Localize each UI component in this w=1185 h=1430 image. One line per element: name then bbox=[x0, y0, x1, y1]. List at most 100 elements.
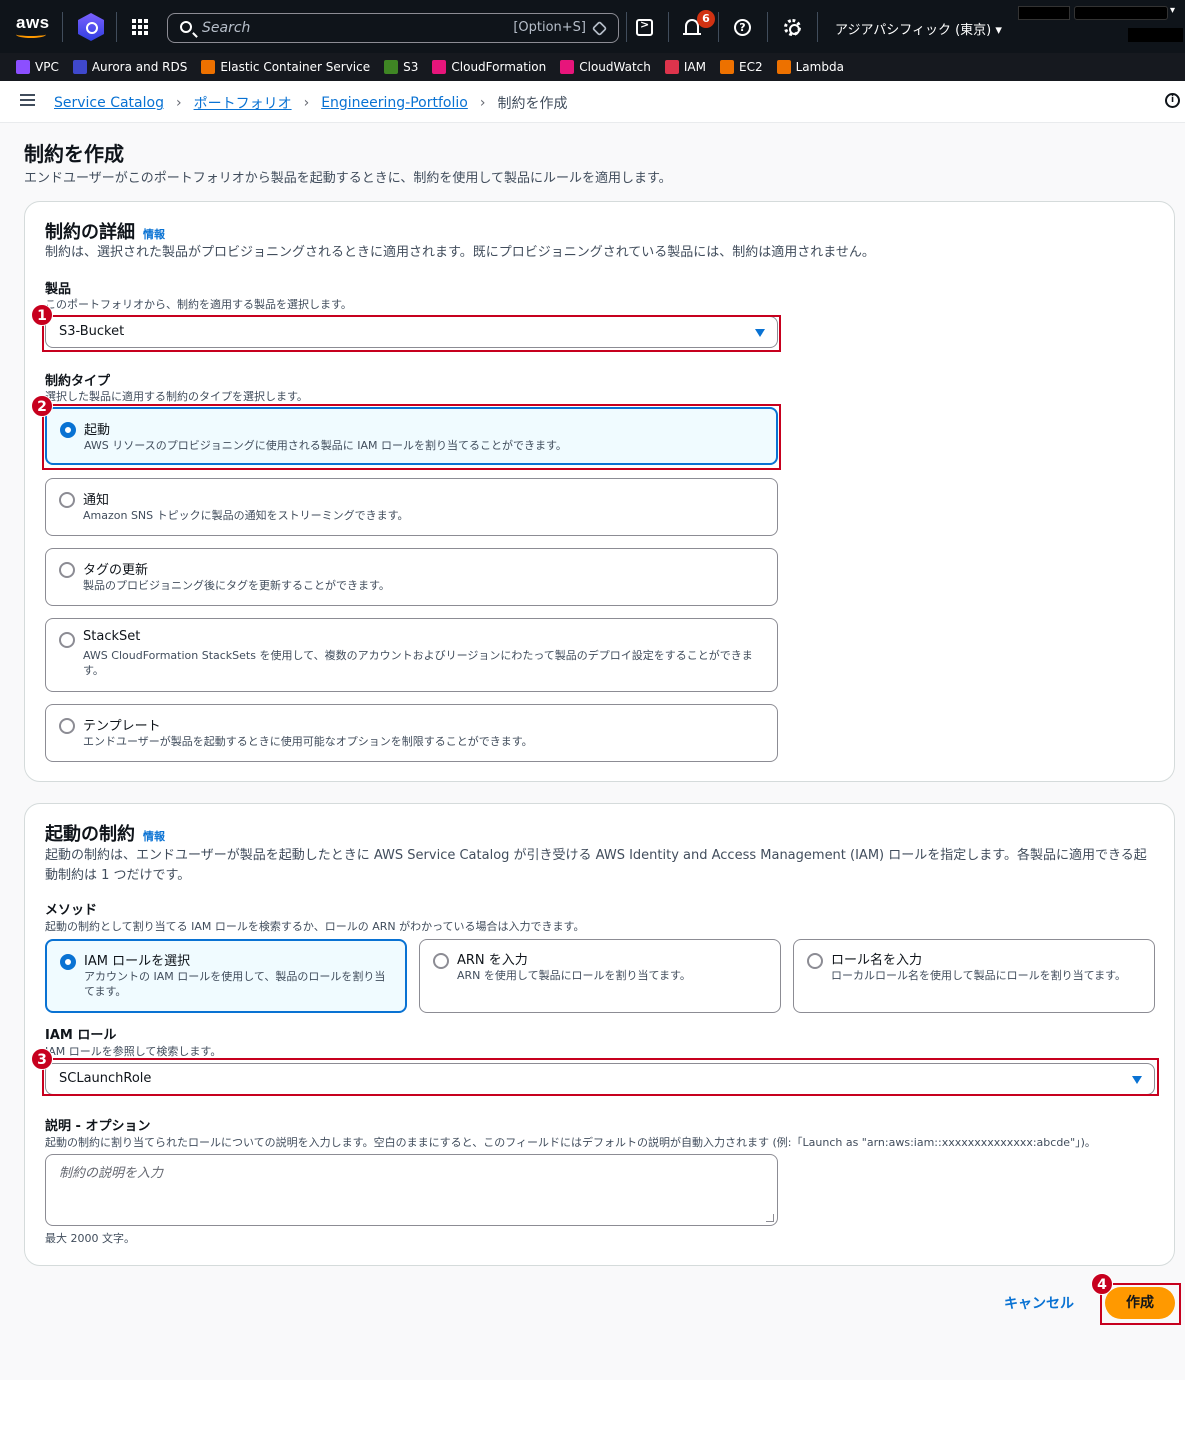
iam-role-sublabel: IAM ロールを参照して検索します。 bbox=[45, 1045, 222, 1058]
cancel-button[interactable]: キャンセル bbox=[1004, 1293, 1074, 1313]
radio-unselected[interactable] bbox=[433, 953, 449, 969]
favorite-s3[interactable]: S3 bbox=[384, 60, 418, 74]
rds-icon bbox=[72, 60, 87, 74]
search-placeholder: Search bbox=[202, 20, 251, 36]
favorite-cloudformation[interactable]: CloudFormation bbox=[432, 60, 546, 74]
constraint-type-template[interactable]: テンプレート エンドユーザーが製品を起動するときに使用可能なオプションを制限する… bbox=[45, 704, 778, 762]
constraint-type-label: 制約タイプ bbox=[45, 374, 111, 389]
tile-description: 製品のプロビジョニング後にタグを更新することができます。 bbox=[83, 579, 390, 592]
settings-gear-icon[interactable] bbox=[784, 19, 801, 36]
constraint-type-stackset[interactable]: StackSet AWS CloudFormation StackSets を使… bbox=[45, 618, 778, 692]
breadcrumb-bar: Service Catalog › ポートフォリオ › Engineering-… bbox=[0, 81, 1185, 123]
favorite-vpc[interactable]: VPC bbox=[16, 60, 59, 74]
radio-unselected[interactable] bbox=[59, 718, 75, 734]
cloudformation-icon bbox=[432, 60, 447, 74]
iam-icon bbox=[664, 60, 679, 74]
constraint-details-panel: 制約の詳細 情報 制約は、選択された製品がプロビジョニングされるときに適用されます… bbox=[24, 201, 1175, 782]
page-title: 制約を作成 bbox=[24, 142, 124, 166]
account-redacted bbox=[1128, 28, 1183, 42]
divider bbox=[817, 12, 818, 42]
method-enter-arn[interactable]: ARN を入力 ARN を使用して製品にロールを割り当てます。 bbox=[419, 939, 781, 1013]
description-textarea[interactable]: 制約の説明を入力 bbox=[45, 1154, 778, 1226]
panel-description: 制約は、選択された製品がプロビジョニングされるときに適用されます。既にプロビジョ… bbox=[45, 245, 875, 260]
description-hint: 最大 2000 文字。 bbox=[45, 1232, 135, 1245]
chevron-right-icon: › bbox=[175, 95, 182, 111]
region-selector[interactable]: アジアパシフィック (東京) ▾ bbox=[835, 19, 1002, 38]
breadcrumb-service-catalog[interactable]: Service Catalog bbox=[54, 95, 164, 111]
search-icon bbox=[180, 21, 192, 33]
notification-count-badge: 6 bbox=[697, 10, 715, 28]
amazon-q-small-icon bbox=[591, 20, 608, 37]
chevron-right-icon: › bbox=[303, 95, 310, 111]
side-nav-menu-icon[interactable] bbox=[20, 94, 35, 106]
favorite-rds[interactable]: Aurora and RDS bbox=[72, 60, 187, 74]
annotation-number-3: 3 bbox=[31, 1048, 53, 1070]
method-select-iam-role[interactable]: IAM ロールを選択 アカウントの IAM ロールを使用して、製品のロールを割り… bbox=[45, 939, 407, 1013]
tile-title: ロール名を入力 bbox=[831, 953, 923, 968]
ecs-icon bbox=[201, 60, 216, 74]
tile-description: エンドユーザーが製品を起動するときに使用可能なオプションを制限することができます… bbox=[83, 735, 533, 748]
description-label: 説明 - オプション bbox=[45, 1119, 151, 1134]
description-sublabel: 起動の制約に割り当てられたロールについての説明を入力します。空白のままにすると、… bbox=[45, 1136, 1096, 1149]
breadcrumb: Service Catalog › ポートフォリオ › Engineering-… bbox=[54, 93, 567, 113]
divider bbox=[116, 12, 117, 42]
page-description: エンドユーザーがこのポートフォリオから製品を起動するときに、制約を使用して製品に… bbox=[24, 171, 672, 186]
radio-unselected[interactable] bbox=[59, 632, 75, 648]
favorite-iam[interactable]: IAM bbox=[664, 60, 706, 74]
panel-heading: 制約の詳細 情報 bbox=[45, 222, 165, 243]
tile-description: ARN を使用して製品にロールを割り当てます。 bbox=[457, 969, 691, 982]
radio-unselected[interactable] bbox=[59, 492, 75, 508]
method-enter-role-name[interactable]: ロール名を入力 ローカルロール名を使用して製品にロールを割り当てます。 bbox=[793, 939, 1155, 1013]
services-menu-icon[interactable] bbox=[132, 19, 148, 35]
constraint-type-sublabel: 選択した製品に適用する制約のタイプを選択します。 bbox=[45, 390, 308, 403]
cloudshell-icon[interactable] bbox=[636, 18, 653, 36]
radio-unselected[interactable] bbox=[807, 953, 823, 969]
panel-description: 起動の制約は、エンドユーザーが製品を起動したときに AWS Service Ca… bbox=[45, 848, 1147, 883]
tile-title: テンプレート bbox=[83, 719, 161, 734]
breadcrumb-engineering-portfolio[interactable]: Engineering-Portfolio bbox=[321, 95, 468, 111]
annotation-number-2: 2 bbox=[31, 395, 53, 417]
account-caret-icon[interactable]: ▾ bbox=[1170, 5, 1175, 16]
annotation-number-4: 4 bbox=[1091, 1273, 1113, 1295]
tile-title: 通知 bbox=[83, 493, 110, 508]
info-link[interactable]: 情報 bbox=[143, 228, 165, 241]
account-redacted[interactable] bbox=[1074, 6, 1168, 20]
radio-selected[interactable] bbox=[60, 954, 76, 970]
lambda-icon bbox=[776, 60, 791, 74]
product-sublabel: このポートフォリオから、制約を適用する製品を選択します。 bbox=[45, 298, 352, 311]
divider bbox=[668, 12, 669, 42]
constraint-type-notification[interactable]: 通知 Amazon SNS トピックに製品の通知をストリーミングできます。 bbox=[45, 478, 778, 536]
resize-handle[interactable] bbox=[766, 1214, 774, 1222]
info-link[interactable]: 情報 bbox=[143, 830, 165, 843]
tile-title: タグの更新 bbox=[83, 563, 149, 578]
annotation-number-1: 1 bbox=[31, 304, 53, 326]
info-panel-icon[interactable]: i bbox=[1165, 93, 1180, 108]
aws-logo[interactable]: aws bbox=[16, 13, 50, 33]
divider bbox=[767, 12, 768, 42]
tile-description: ローカルロール名を使用して製品にロールを割り当てます。 bbox=[831, 969, 1127, 982]
amazon-q-icon[interactable] bbox=[78, 13, 104, 41]
breadcrumb-portfolio[interactable]: ポートフォリオ bbox=[194, 93, 292, 113]
launch-constraint-panel: 起動の制約 情報 起動の制約は、エンドユーザーが製品を起動したときに AWS Se… bbox=[24, 803, 1175, 1266]
panel-heading: 起動の制約 情報 bbox=[45, 824, 165, 845]
favorites-bar: VPC Aurora and RDS Elastic Container Ser… bbox=[0, 53, 1185, 81]
tile-description: アカウントの IAM ロールを使用して、製品のロールを割り当てます。 bbox=[84, 970, 386, 998]
method-sublabel: 起動の制約として割り当てる IAM ロールを検索するか、ロールの ARN がわか… bbox=[45, 920, 585, 933]
search-input[interactable]: Search [Option+S] bbox=[167, 13, 619, 43]
favorite-ec2[interactable]: EC2 bbox=[720, 60, 763, 74]
product-label: 製品 bbox=[45, 282, 72, 297]
iam-role-label: IAM ロール bbox=[45, 1028, 117, 1043]
method-label: メソッド bbox=[45, 903, 98, 918]
top-navigation: aws Search [Option+S] 6 ? アジアパシフィック (東京)… bbox=[0, 0, 1185, 53]
favorite-lambda[interactable]: Lambda bbox=[776, 60, 844, 74]
help-icon[interactable]: ? bbox=[734, 19, 751, 36]
annotation-box-2 bbox=[42, 404, 781, 470]
tile-title: IAM ロールを選択 bbox=[84, 954, 191, 969]
tile-title: StackSet bbox=[83, 629, 141, 644]
constraint-type-tag-update[interactable]: タグの更新 製品のプロビジョニング後にタグを更新することができます。 bbox=[45, 548, 778, 606]
favorite-cloudwatch[interactable]: CloudWatch bbox=[560, 60, 651, 74]
radio-unselected[interactable] bbox=[59, 562, 75, 578]
favorite-ecs[interactable]: Elastic Container Service bbox=[201, 60, 370, 74]
account-redacted[interactable] bbox=[1018, 6, 1070, 20]
vpc-icon bbox=[16, 60, 30, 74]
